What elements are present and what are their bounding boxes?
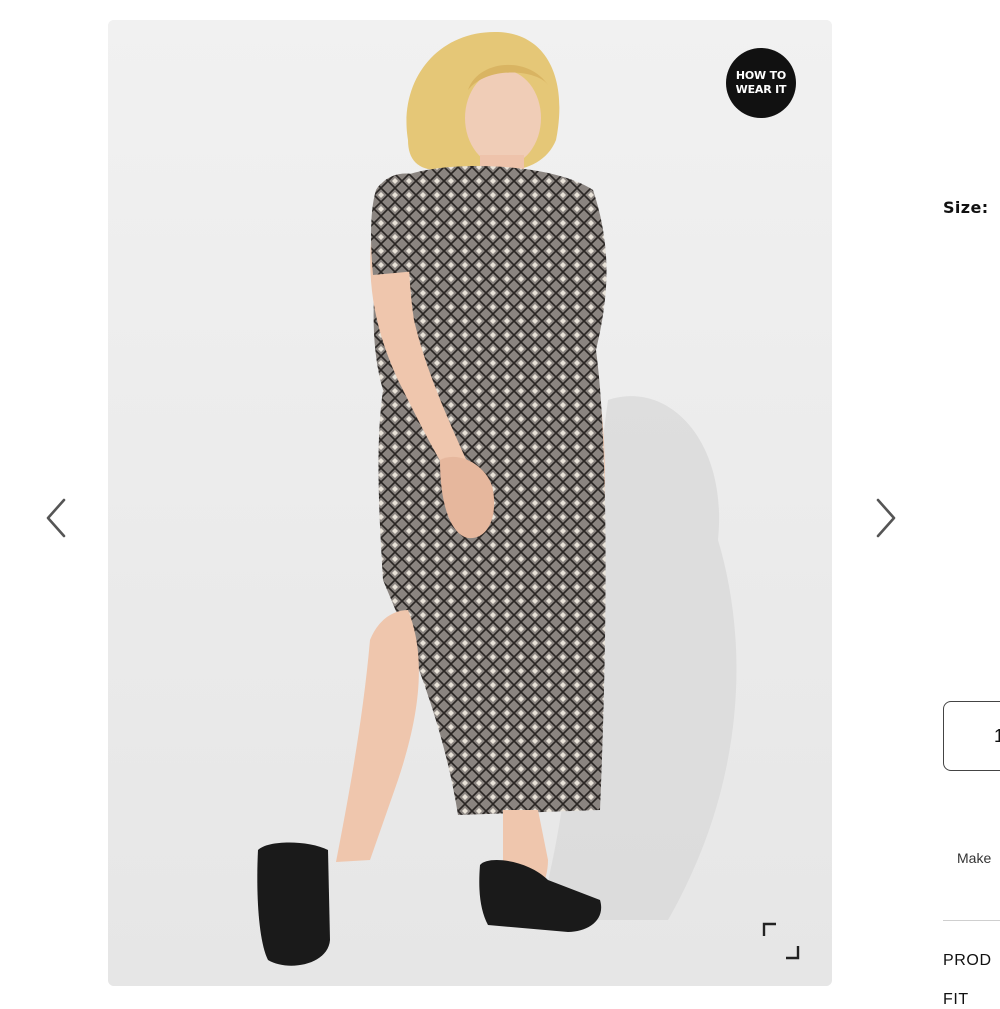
size-label: Size: xyxy=(943,198,989,217)
how-to-wear-it-button[interactable]: HOW TO WEAR IT xyxy=(726,48,796,118)
badge-line-1: HOW TO xyxy=(735,69,787,82)
product-image-gallery[interactable]: HOW TO WEAR IT xyxy=(108,20,832,986)
product-photo xyxy=(108,20,832,986)
make-text: Make xyxy=(957,850,992,866)
fit-heading[interactable]: FIT xyxy=(943,991,969,1009)
expand-icon[interactable] xyxy=(760,920,802,962)
quantity-value: 1 xyxy=(994,726,1000,746)
chevron-left-icon[interactable] xyxy=(38,494,78,542)
quantity-selector[interactable]: 1 xyxy=(943,701,1000,771)
badge-line-2: WEAR IT xyxy=(735,83,787,96)
chevron-right-icon[interactable] xyxy=(864,494,904,542)
product-details-heading[interactable]: PROD xyxy=(943,952,992,970)
section-divider xyxy=(943,920,1000,921)
